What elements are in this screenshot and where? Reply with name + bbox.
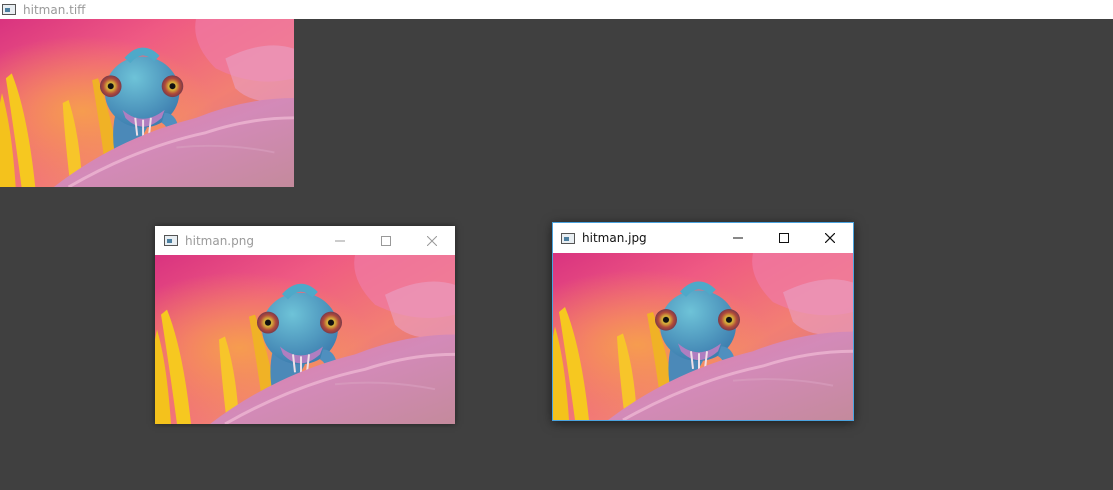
- titlebar[interactable]: hitman.jpg: [553, 223, 853, 253]
- minimize-icon[interactable]: [715, 223, 761, 253]
- window-title: hitman.tiff: [23, 2, 86, 17]
- window-hitman-png[interactable]: hitman.png: [155, 226, 455, 424]
- window-hitman-tiff[interactable]: hitman.tiff: [0, 0, 1113, 187]
- app-icon: [561, 232, 575, 244]
- image-view: [155, 255, 455, 424]
- maximize-icon[interactable]: [363, 226, 409, 255]
- image-content: [553, 253, 853, 420]
- maximize-icon[interactable]: [761, 223, 807, 253]
- image-view: [553, 253, 853, 420]
- window-title: hitman.jpg: [582, 231, 647, 245]
- window-hitman-jpg[interactable]: hitman.jpg: [552, 222, 854, 421]
- close-icon[interactable]: [807, 223, 853, 253]
- image-content: [155, 255, 455, 424]
- titlebar[interactable]: hitman.png: [155, 226, 455, 255]
- app-icon: [164, 235, 178, 246]
- window-title: hitman.png: [185, 233, 254, 248]
- image-view: [0, 19, 294, 187]
- minimize-icon[interactable]: [317, 226, 363, 255]
- close-icon[interactable]: [409, 226, 455, 255]
- image-content: [0, 19, 294, 187]
- titlebar[interactable]: hitman.tiff: [0, 0, 1113, 19]
- app-icon: [2, 4, 16, 15]
